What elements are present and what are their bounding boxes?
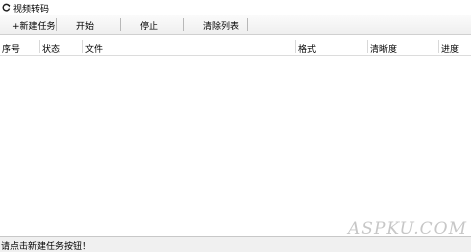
clear-list-button[interactable]: 清除列表	[203, 19, 239, 32]
title-bar: 视频转码	[0, 0, 471, 15]
status-bar: 请点击新建任务按钮！	[0, 236, 471, 252]
toolbar-separator	[56, 18, 57, 31]
new-task-button[interactable]: +新建任务	[12, 19, 56, 32]
toolbar-separator	[247, 18, 248, 31]
stop-button[interactable]: 停止	[140, 19, 158, 32]
column-format-label: 格式	[298, 45, 317, 55]
toolbar: +新建任务 开始 停止 清除列表	[0, 15, 471, 35]
column-index-label: 序号	[2, 45, 21, 55]
list-header: 序号 状态 文件 格式 清晰度 进度	[0, 38, 471, 56]
toolbar-separator	[183, 18, 184, 31]
column-format[interactable]: 格式	[296, 38, 368, 55]
column-file-label: 文件	[85, 45, 104, 55]
app-refresh-icon	[2, 3, 11, 12]
column-file[interactable]: 文件	[83, 38, 296, 55]
window-title: 视频转码	[13, 5, 50, 15]
column-resolution[interactable]: 清晰度	[368, 38, 439, 55]
column-progress[interactable]: 进度	[439, 38, 471, 55]
column-index[interactable]: 序号	[0, 38, 40, 55]
status-message: 请点击新建任务按钮！	[1, 242, 92, 252]
start-button[interactable]: 开始	[76, 19, 94, 32]
toolbar-separator	[120, 18, 121, 31]
column-progress-label: 进度	[441, 45, 460, 55]
task-list[interactable]: 序号 状态 文件 格式 清晰度 进度	[0, 38, 471, 236]
column-resolution-label: 清晰度	[370, 45, 398, 55]
column-status[interactable]: 状态	[40, 38, 83, 55]
column-status-label: 状态	[42, 45, 61, 55]
